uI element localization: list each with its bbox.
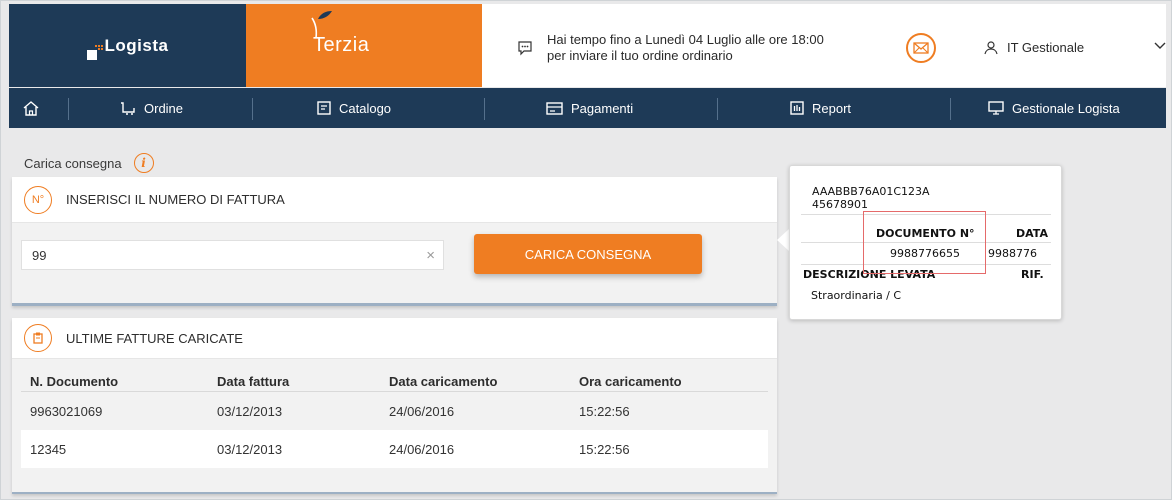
nav-item-ordine[interactable]: Ordine bbox=[120, 88, 183, 128]
catalog-icon bbox=[317, 101, 331, 115]
number-badge-icon: N° bbox=[24, 185, 52, 214]
nav-label-ordine: Ordine bbox=[144, 100, 184, 116]
nav-divider bbox=[950, 98, 951, 120]
report-icon bbox=[790, 101, 804, 115]
table-cell: 03/12/2013 bbox=[217, 403, 283, 419]
invoice-number-value: 99 bbox=[32, 247, 47, 263]
carica-consegna-button[interactable]: CARICA CONSEGNA bbox=[474, 234, 702, 274]
nav-label-gestionale-logista: Gestionale Logista bbox=[1012, 100, 1120, 116]
header: Logista Terzia Hai tempo fino a Lunedì 0… bbox=[9, 4, 1166, 87]
invoice-form-card: N° INSERISCI IL NUMERO DI FATTURA 99 × C… bbox=[12, 177, 777, 306]
nav-label-catalogo: Catalogo bbox=[339, 100, 392, 116]
tooltip-arrow bbox=[777, 229, 789, 251]
app-window: Logista Terzia Hai tempo fino a Lunedì 0… bbox=[0, 0, 1172, 500]
chevron-down-icon[interactable] bbox=[1154, 42, 1166, 50]
document-code-line-2: 45678901 bbox=[812, 198, 868, 211]
column-header: Ora caricamento bbox=[579, 374, 682, 389]
user-name: IT Gestionale bbox=[1007, 40, 1085, 55]
recent-invoices-header: ULTIME FATTURE CARICATE bbox=[12, 318, 777, 359]
table-row[interactable]: 12345 03/12/2013 24/06/2016 15:22:56 bbox=[21, 430, 768, 468]
recent-invoices-card: ULTIME FATTURE CARICATE N. Documento Dat… bbox=[12, 318, 777, 494]
nav-divider bbox=[717, 98, 718, 120]
monitor-icon bbox=[988, 101, 1004, 115]
column-header: Data caricamento bbox=[389, 374, 498, 389]
user-menu[interactable]: IT Gestionale bbox=[983, 40, 1084, 55]
table-cell: 24/06/2016 bbox=[389, 441, 455, 457]
data-value: 9988776 bbox=[988, 247, 1037, 260]
invoice-number-input[interactable]: 99 × bbox=[21, 240, 444, 270]
nav-item-report[interactable]: Report bbox=[790, 88, 851, 128]
terzia-logo[interactable]: Terzia bbox=[246, 4, 482, 87]
clipboard-icon bbox=[24, 324, 52, 352]
nav-divider bbox=[68, 98, 69, 120]
invoice-form-header: N° INSERISCI IL NUMERO DI FATTURA bbox=[12, 177, 777, 223]
mail-icon bbox=[913, 42, 929, 54]
table-header: N. Documento Data fattura Data caricamen… bbox=[21, 374, 768, 392]
nav-divider bbox=[484, 98, 485, 120]
document-code-line-1: AAABBB76A01C123A bbox=[812, 185, 930, 198]
home-button[interactable] bbox=[22, 88, 48, 128]
table-row[interactable]: 9963021069 03/12/2013 24/06/2016 15:22:5… bbox=[21, 392, 768, 430]
mail-button[interactable] bbox=[906, 33, 936, 63]
table-cell: 15:22:56 bbox=[579, 441, 630, 457]
document-code: AAABBB76A01C123A 45678901 bbox=[812, 185, 930, 211]
table-cell: 9963021069 bbox=[30, 403, 103, 419]
table-cell: 15:22:56 bbox=[579, 403, 630, 419]
cart-icon bbox=[121, 102, 135, 115]
highlight-box bbox=[863, 211, 986, 274]
nav-label-pagamenti: Pagamenti bbox=[571, 100, 634, 116]
user-icon bbox=[984, 40, 998, 54]
deadline-line-2: per inviare il tuo ordine ordinario bbox=[547, 48, 733, 63]
nav-label-report: Report bbox=[812, 100, 852, 116]
page-title-text: Carica consegna bbox=[24, 155, 122, 171]
table-cell: 24/06/2016 bbox=[389, 403, 455, 419]
main-nav: Ordine Catalogo Pagamenti Report Gestion… bbox=[9, 88, 1166, 128]
nav-item-pagamenti[interactable]: Pagamenti bbox=[546, 88, 633, 128]
table-cell: 12345 bbox=[30, 441, 67, 457]
deadline-message: Hai tempo fino a Lunedì 04 Luglio alle o… bbox=[517, 32, 824, 64]
logista-brand-text: Logista bbox=[104, 35, 169, 55]
terzia-brand-text: Terzia bbox=[313, 34, 370, 56]
home-icon bbox=[23, 101, 39, 116]
table-cell: 03/12/2013 bbox=[217, 441, 283, 457]
rif-label: RIF. bbox=[1021, 268, 1044, 281]
recent-invoices-heading: ULTIME FATTURE CARICATE bbox=[66, 330, 243, 346]
data-label: DATA bbox=[1016, 227, 1048, 240]
invoice-form-heading: INSERISCI IL NUMERO DI FATTURA bbox=[66, 192, 285, 207]
nav-item-catalogo[interactable]: Catalogo bbox=[317, 88, 391, 128]
column-header: N. Documento bbox=[30, 374, 119, 389]
column-header: Data fattura bbox=[217, 374, 290, 389]
logista-logo[interactable]: Logista bbox=[9, 4, 246, 87]
clear-icon[interactable]: × bbox=[426, 247, 435, 264]
deadline-line-1: Hai tempo fino a Lunedì 04 Luglio alle o… bbox=[547, 32, 824, 47]
recent-invoices-table: N. Documento Data fattura Data caricamen… bbox=[12, 359, 777, 492]
info-icon[interactable]: i bbox=[133, 153, 154, 173]
page-title: Carica consegna i bbox=[24, 153, 154, 173]
nav-divider bbox=[252, 98, 253, 120]
card-icon bbox=[546, 101, 563, 115]
descrizione-value: Straordinaria / C bbox=[811, 289, 902, 302]
chat-icon bbox=[518, 41, 532, 56]
logista-logo-icon bbox=[86, 44, 103, 60]
nav-item-gestionale-logista[interactable]: Gestionale Logista bbox=[988, 88, 1120, 128]
